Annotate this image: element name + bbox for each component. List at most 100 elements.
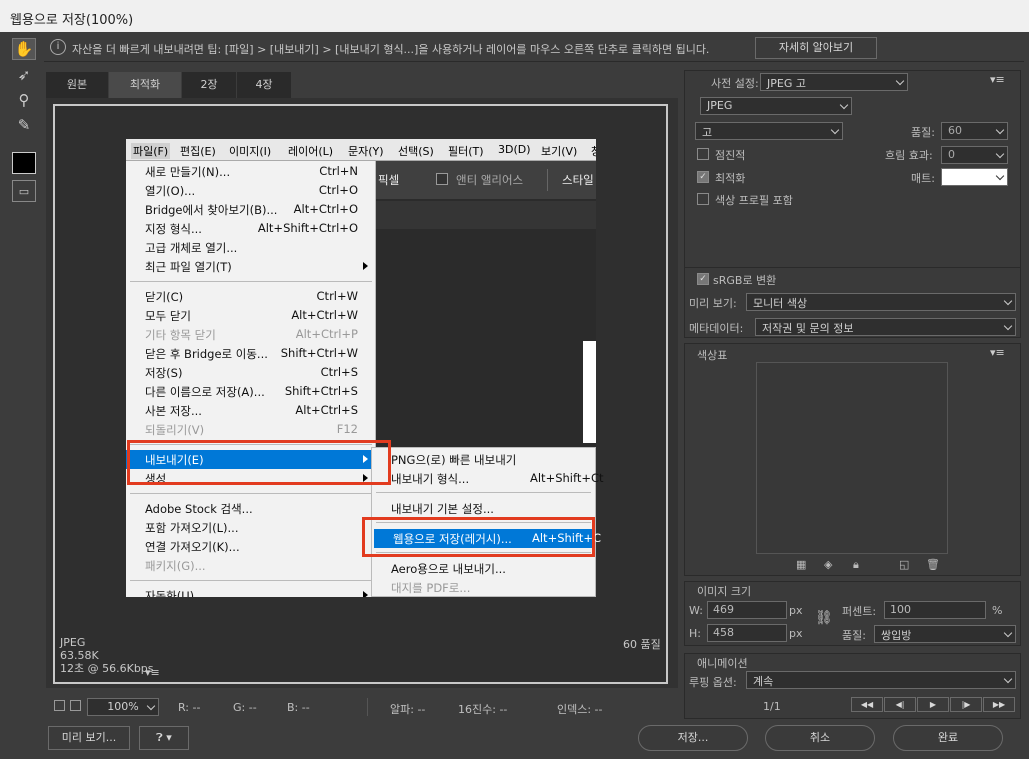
- preview-menu-icon[interactable]: ▾≡: [145, 666, 160, 679]
- menu-select[interactable]: 선택(S): [398, 143, 434, 159]
- divider: [367, 698, 368, 716]
- next-frame-button[interactable]: |▶: [950, 697, 982, 712]
- menu-separator: [376, 492, 591, 493]
- hand-tool-icon[interactable]: ✋: [12, 38, 36, 60]
- save-button[interactable]: 저장...: [638, 725, 748, 751]
- animation-panel: 애니메이션 루핑 옵션: 계속 1/1 ◀◀ ◀| ▶ |▶ ▶▶: [684, 653, 1021, 719]
- preview-button[interactable]: 미리 보기...: [48, 726, 130, 750]
- submenu-item-quick-export-png[interactable]: PNG으(로) 빠른 내보내기: [372, 450, 595, 469]
- menu-item-browse-bridge[interactable]: Bridge에서 찾아보기(B)... Alt+Ctrl+O: [126, 200, 376, 219]
- menu-filter[interactable]: 필터(T): [448, 143, 484, 159]
- submenu-item-export-preferences[interactable]: 내보내기 기본 설정...: [372, 499, 595, 518]
- menu-image[interactable]: 이미지(I): [229, 143, 271, 159]
- percent-input[interactable]: 100: [884, 601, 986, 619]
- toggle-slices-icon[interactable]: ▭: [12, 180, 36, 202]
- zoom-out-icon[interactable]: [54, 700, 65, 711]
- lock-color-icon[interactable]: 🔒︎: [853, 558, 859, 572]
- divider: [685, 267, 1020, 268]
- preview-label: 미리 보기:: [689, 297, 737, 310]
- view-tabs: 원본 최적화 2장 4장: [46, 70, 678, 98]
- menu-item-open-smart-object[interactable]: 고급 개체로 열기...: [126, 238, 376, 257]
- submenu-item-export-aero[interactable]: Aero용으로 내보내기...: [372, 559, 595, 578]
- options-bar: 픽셀 앤티 앨리어스 스타일: [376, 161, 596, 199]
- web-shift-icon[interactable]: ◈: [824, 558, 832, 571]
- status-alpha: 알파: --: [390, 703, 426, 716]
- preview-select[interactable]: 모니터 색상: [746, 293, 1016, 311]
- metadata-select[interactable]: 저작권 및 문의 정보: [755, 318, 1016, 336]
- menu-file[interactable]: 파일(F): [131, 143, 171, 159]
- menu-item-automate[interactable]: 자동화(U): [126, 586, 376, 597]
- menu-item-save-as[interactable]: 다른 이름으로 저장(A)... Shift+Ctrl+S: [126, 382, 376, 401]
- frame-counter: 1/1: [763, 700, 781, 713]
- matte-select[interactable]: [941, 168, 1008, 186]
- compression-quality-select[interactable]: 고: [695, 122, 843, 140]
- divider: [547, 169, 548, 191]
- tab-optimized[interactable]: 최적화: [109, 72, 181, 98]
- loop-select[interactable]: 계속: [746, 671, 1016, 689]
- menu-item-open-as[interactable]: 지정 형식... Alt+Shift+Ctrl+O: [126, 219, 376, 238]
- progressive-checkbox[interactable]: [697, 148, 709, 160]
- srgb-checkbox[interactable]: ✓: [697, 273, 709, 285]
- tab-4up[interactable]: 4장: [237, 72, 291, 98]
- info-icon: i: [50, 39, 66, 55]
- zoom-tool-icon[interactable]: ⚲: [12, 89, 36, 111]
- percent-label: 퍼센트:: [842, 605, 877, 618]
- last-frame-button[interactable]: ▶▶: [983, 697, 1015, 712]
- slice-select-tool-icon[interactable]: ➶: [12, 64, 36, 86]
- menu-view[interactable]: 보기(V): [541, 143, 577, 159]
- submenu-item-export-as[interactable]: 내보내기 형식... Alt+Shift+Ct: [372, 469, 604, 488]
- menu-item-place-embedded[interactable]: 포함 가져오기(L)...: [126, 518, 376, 537]
- optimize-settings-panel: 사전 설정: JPEG 고 ▾≡ JPEG 고 품질: 60 점진적 흐림 효과…: [684, 70, 1021, 338]
- width-input[interactable]: 469: [707, 601, 787, 619]
- trash-icon[interactable]: 🗑︎: [926, 558, 940, 571]
- menu-item-close[interactable]: 닫기(C) Ctrl+W: [126, 287, 376, 306]
- antialias-checkbox[interactable]: [436, 173, 448, 185]
- map-transparent-icon[interactable]: ▦: [796, 558, 806, 571]
- menu-item-new[interactable]: 새로 만들기(N)... Ctrl+N: [126, 162, 376, 181]
- eyedropper-color-swatch[interactable]: [12, 152, 36, 174]
- height-input[interactable]: 458: [707, 624, 787, 642]
- tab-original[interactable]: 원본: [46, 72, 108, 98]
- menu-item-close-others: 기타 항목 닫기 Alt+Ctrl+P: [145, 327, 358, 342]
- previous-frame-button[interactable]: ◀|: [884, 697, 916, 712]
- menu-item-place-linked[interactable]: 연결 가져오기(K)...: [126, 537, 376, 556]
- menu-item-open-recent[interactable]: 최근 파일 열기(T): [126, 257, 376, 276]
- menu-layer[interactable]: 레이어(L): [288, 143, 333, 159]
- optimize-menu-icon[interactable]: ▾≡: [990, 73, 1005, 86]
- tab-2up[interactable]: 2장: [182, 72, 236, 98]
- learn-more-button[interactable]: 자세히 알아보기: [755, 37, 877, 59]
- file-format-select[interactable]: JPEG: [700, 97, 852, 115]
- menu-type[interactable]: 문자(Y): [348, 143, 384, 159]
- menu-item-close-go-bridge[interactable]: 닫은 후 Bridge로 이동... Shift+Ctrl+W: [126, 344, 376, 363]
- zoom-in-icon[interactable]: [70, 700, 81, 711]
- play-button[interactable]: ▶: [917, 697, 949, 712]
- export-highlight-box: [127, 440, 391, 485]
- zoom-select[interactable]: 100%: [87, 698, 159, 716]
- embed-profile-checkbox[interactable]: [697, 193, 709, 205]
- menu-item-save-copy[interactable]: 사본 저장... Alt+Ctrl+S: [126, 401, 376, 420]
- menu-separator: [130, 281, 372, 282]
- cancel-button[interactable]: 취소: [765, 725, 875, 751]
- link-icon[interactable]: ⛓︎: [815, 610, 833, 626]
- tool-panel: ✋ ➶ ⚲ ✎ ▭: [6, 34, 42, 694]
- eyedropper-tool-icon[interactable]: ✎: [12, 114, 36, 136]
- device-central-button[interactable]: ❓︎ ▾: [139, 726, 189, 750]
- menu-item-close-all[interactable]: 모두 닫기 Alt+Ctrl+W: [126, 306, 376, 325]
- status-b: B: --: [287, 701, 310, 714]
- blur-input[interactable]: 0: [941, 146, 1008, 164]
- menu-window[interactable]: 창: [591, 143, 596, 159]
- menu-item-save[interactable]: 저장(S) Ctrl+S: [126, 363, 376, 382]
- preset-select[interactable]: JPEG 고: [760, 73, 908, 91]
- color-table-menu-icon[interactable]: ▾≡: [990, 346, 1005, 359]
- menu-edit[interactable]: 편집(E): [180, 143, 216, 159]
- quality-input[interactable]: 60: [941, 122, 1008, 140]
- first-frame-button[interactable]: ◀◀: [851, 697, 883, 712]
- done-button[interactable]: 완료: [893, 725, 1003, 751]
- menu-item-open[interactable]: 열기(O)... Ctrl+O: [126, 181, 376, 200]
- menu-3d[interactable]: 3D(D): [498, 143, 531, 156]
- window-title: 웹용으로 저장(100%): [10, 13, 134, 28]
- menu-item-adobe-stock[interactable]: Adobe Stock 검색...: [126, 499, 376, 518]
- resample-select[interactable]: 쌍입방: [874, 625, 1016, 643]
- optimized-checkbox[interactable]: ✓: [697, 171, 709, 183]
- new-color-icon[interactable]: ◱: [899, 558, 909, 571]
